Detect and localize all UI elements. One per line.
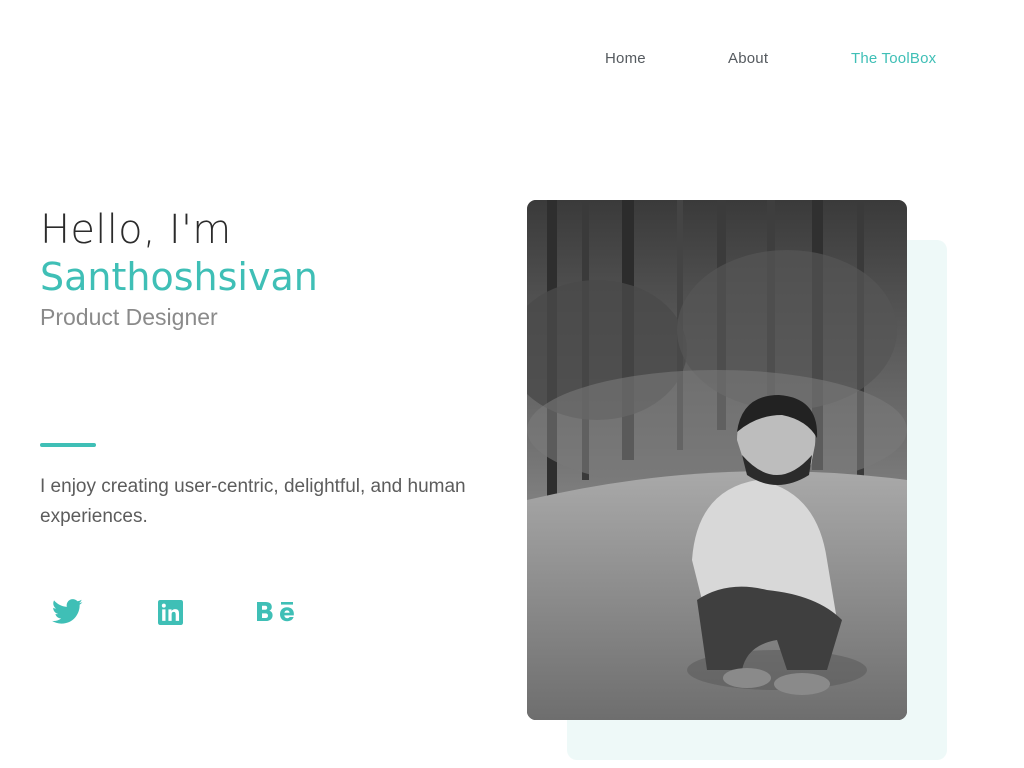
nav-toolbox-link[interactable]: The ToolBox bbox=[851, 50, 936, 67]
nav-home-link[interactable]: Home bbox=[605, 50, 646, 67]
linkedin-link[interactable] bbox=[155, 594, 185, 630]
portrait-photo bbox=[527, 200, 907, 720]
profile-photo bbox=[527, 200, 907, 720]
behance-link[interactable] bbox=[255, 594, 299, 630]
linkedin-icon bbox=[157, 599, 183, 625]
twitter-icon bbox=[51, 599, 82, 624]
main-nav: Home About The ToolBox bbox=[0, 50, 1024, 74]
hero-bio: I enjoy creating user-centric, delightfu… bbox=[40, 476, 466, 527]
twitter-link[interactable] bbox=[50, 594, 84, 630]
hero-name: Santhoshsivan bbox=[40, 255, 318, 299]
hero-role: Product Designer bbox=[40, 304, 218, 330]
accent-divider bbox=[40, 443, 96, 447]
hero-greeting: Hello, I'm bbox=[40, 207, 232, 253]
nav-about-link[interactable]: About bbox=[728, 50, 768, 67]
behance-icon bbox=[257, 602, 294, 622]
